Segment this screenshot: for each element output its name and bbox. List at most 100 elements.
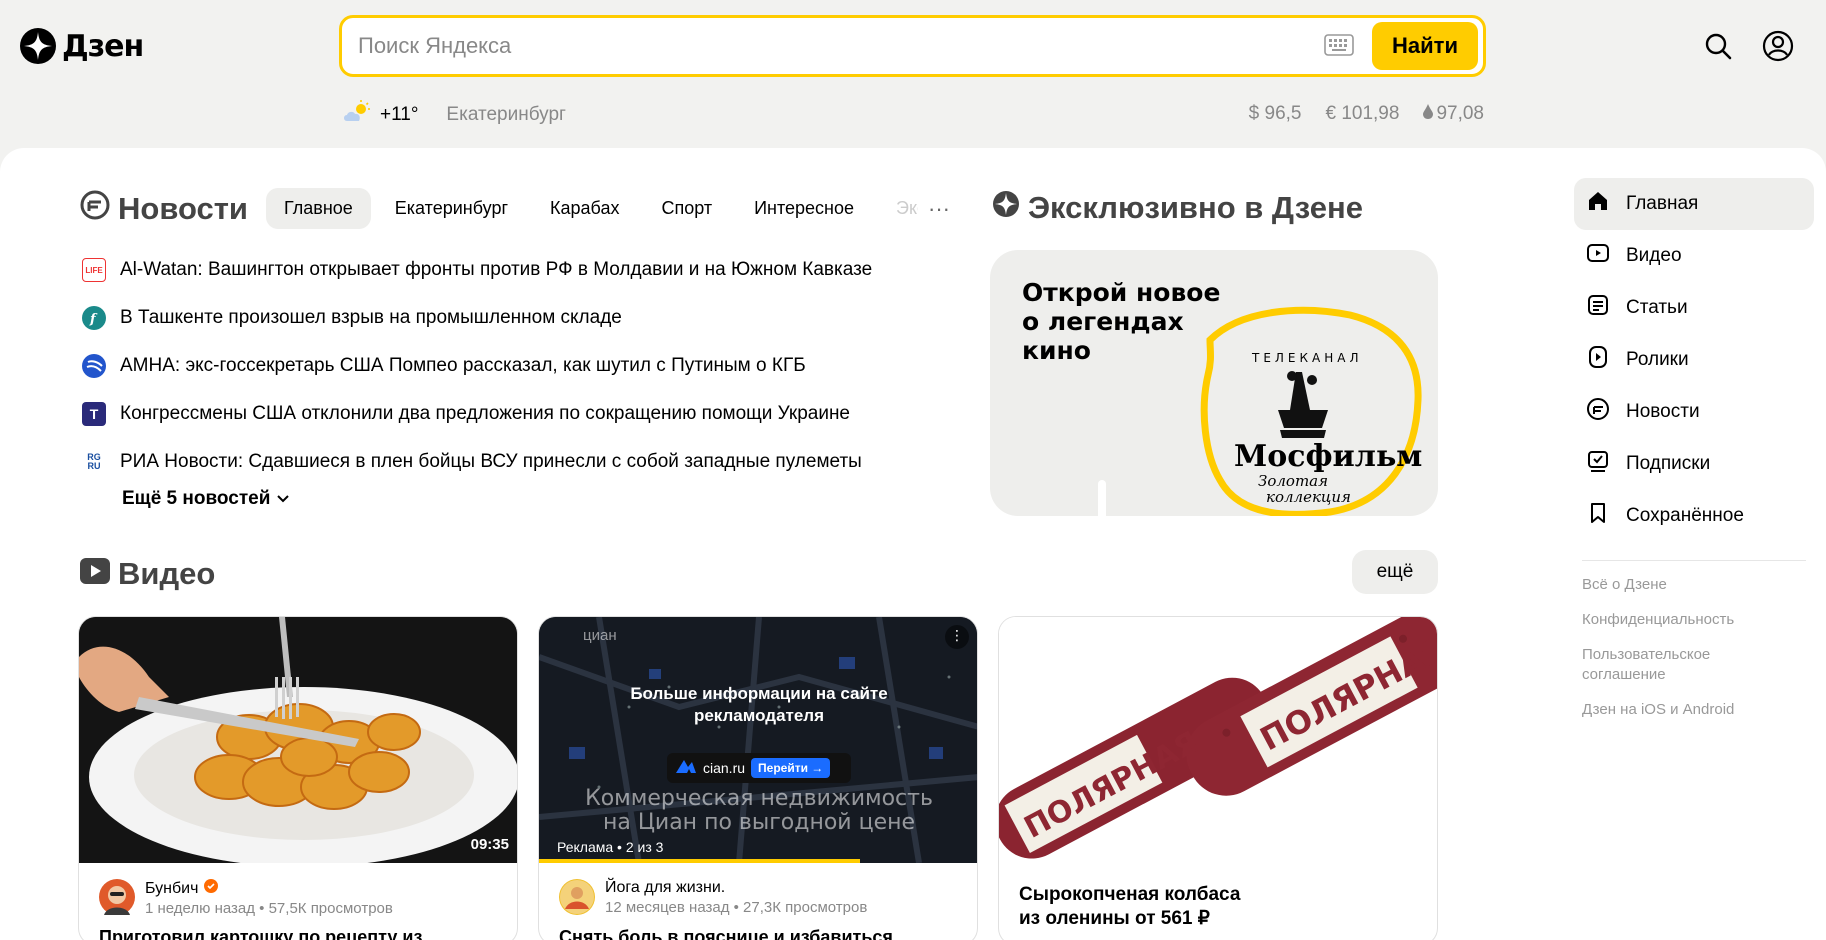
news-headline: РИА Новости: Сдавшиеся в плен бойцы ВСУ … xyxy=(120,451,862,472)
sidebar-item-video[interactable]: Видео xyxy=(1574,230,1814,282)
sidebar-link-terms[interactable]: Пользовательское соглашение xyxy=(1574,645,1754,685)
video-stats: 1 неделю назад • 57,5К просмотров xyxy=(145,900,393,917)
exclusive-title: Эксклюзивно в Дзене xyxy=(1028,190,1363,225)
news-item[interactable]: RG RU РИА Новости: Сдавшиеся в плен бойц… xyxy=(82,438,962,486)
ad-cta[interactable]: cian.ru Перейти → xyxy=(667,753,851,783)
currency-rates[interactable]: $ 96,5 € 101,98 97,08 xyxy=(1249,103,1484,125)
tab-exclusive[interactable]: Экс xyxy=(878,188,918,229)
search-button[interactable]: Найти xyxy=(1372,22,1478,70)
card-meta: Йога для жизни. 12 месяцев назад • 27,3К… xyxy=(559,879,867,916)
video-card[interactable]: 09:35 Бунбич 1 неделю назад • 57,5К прос… xyxy=(78,616,518,940)
sidebar-item-home[interactable]: Главная xyxy=(1574,178,1814,230)
news-item[interactable]: LIFE Al-Watan: Вашингтон открывает фронт… xyxy=(82,246,962,294)
sidebar-link-about[interactable]: Всё о Дзене xyxy=(1574,575,1814,595)
more-tabs-icon[interactable]: ··· xyxy=(924,196,954,222)
search-input[interactable] xyxy=(358,32,1298,60)
exclusive-card[interactable]: Открой новое о легендах кино ТЕЛЕКАНАЛ М… xyxy=(990,250,1438,516)
video-card-title[interactable]: Снять боль в пояснице и избавиться xyxy=(559,927,893,940)
channel-name-row[interactable]: Йога для жизни. xyxy=(605,879,867,897)
ad-thumbnail[interactable]: циан ⋮ Больше информации на сайте реклам… xyxy=(539,617,977,863)
ad-options-icon[interactable]: ⋮ xyxy=(945,625,969,649)
sidebar-item-subscriptions[interactable]: Подписки xyxy=(1574,438,1814,490)
product-title-line: из оленины от 561 ₽ xyxy=(1019,908,1210,929)
news-list: LIFE Al-Watan: Вашингтон открывает фронт… xyxy=(82,246,962,486)
sidebar-link-privacy[interactable]: Конфиденциальность xyxy=(1574,610,1814,630)
chevron-down-icon xyxy=(276,488,290,510)
sidebar-item-label: Ролики xyxy=(1626,349,1689,370)
keyboard-icon[interactable] xyxy=(1324,34,1354,56)
more-news-label: Ещё 5 новостей xyxy=(122,488,271,509)
dzen-logo-icon xyxy=(20,28,56,64)
t-source-icon: T xyxy=(82,402,106,426)
oil-drop-icon xyxy=(1423,103,1434,125)
mosfilm-sub-2: коллекция xyxy=(1266,488,1351,506)
sidebar-item-label: Статьи xyxy=(1626,297,1688,318)
news-section-title[interactable]: Новости xyxy=(80,190,248,228)
tab-main[interactable]: Главное xyxy=(266,188,371,229)
product-image[interactable]: ПОЛЯРНАЯ ПОЛЯРНАЯ xyxy=(999,617,1437,863)
sidebar-item-label: Новости xyxy=(1626,401,1700,422)
clips-icon xyxy=(1586,345,1610,375)
news-icon xyxy=(80,190,110,228)
weather-temp: +11° xyxy=(380,103,419,125)
verified-icon xyxy=(204,879,219,898)
tab-ekaterinburg[interactable]: Екатеринбург xyxy=(377,188,526,229)
weather-cloud-sun-icon xyxy=(342,100,372,129)
ad-site: cian.ru xyxy=(703,760,746,776)
sidebar-item-clips[interactable]: Ролики xyxy=(1574,334,1814,386)
news-tabs: Главное Екатеринбург Карабах Спорт Интер… xyxy=(266,188,954,229)
dzen-logo[interactable]: Дзен xyxy=(20,28,144,64)
video-more-button[interactable]: ещё xyxy=(1352,550,1438,594)
search-box: Найти xyxy=(339,15,1486,77)
search-icon[interactable] xyxy=(1702,30,1734,62)
sidebar-item-news[interactable]: Новости xyxy=(1574,386,1814,438)
sidebar-divider xyxy=(1582,560,1806,561)
product-title-line: Сырокопченая колбаса xyxy=(1019,884,1241,905)
oil-rate-value: 97,08 xyxy=(1436,103,1484,124)
svg-text:f: f xyxy=(89,312,98,327)
tab-interesting[interactable]: Интересное xyxy=(736,188,872,229)
channel-name-row[interactable]: Бунбич xyxy=(145,879,393,898)
home-icon xyxy=(1586,189,1610,219)
profile-icon[interactable] xyxy=(1762,30,1794,62)
oil-rate: 97,08 xyxy=(1423,103,1484,125)
sidebar-item-articles[interactable]: Статьи xyxy=(1574,282,1814,334)
tab-sport[interactable]: Спорт xyxy=(643,188,730,229)
news-item[interactable]: АМНА: экс-госсекретарь США Помпео расска… xyxy=(82,342,962,390)
eur-rate: € 101,98 xyxy=(1325,103,1400,124)
main-content: Новости Главное Екатеринбург Карабах Спо… xyxy=(0,148,1826,940)
life-source-icon: LIFE xyxy=(82,258,106,282)
video-section-title[interactable]: Видео xyxy=(80,556,215,592)
video-thumbnail[interactable]: 09:35 xyxy=(79,617,517,863)
mosfilm-logo: ТЕЛЕКАНАЛ Мосфильм Золотая коллекция xyxy=(1200,306,1422,516)
news-item[interactable]: T Конгрессмены США отклонили два предлож… xyxy=(82,390,962,438)
video-icon xyxy=(80,556,110,592)
tab-karabakh[interactable]: Карабах xyxy=(532,188,637,229)
more-news-button[interactable]: Ещё 5 новостей xyxy=(122,488,290,510)
card-meta: Бунбич 1 неделю назад • 57,5К просмотров xyxy=(99,879,393,917)
top-bar: Дзен Найти +11° Екатеринбург $ 96,5 € 10… xyxy=(0,0,1826,148)
channel-name: Бунбич xyxy=(145,879,199,897)
product-card[interactable]: ПОЛЯРНАЯ ПОЛЯРНАЯ Сырокопченая колбаса и… xyxy=(998,616,1438,940)
cian-icon xyxy=(675,758,697,778)
ad-overlay-title: Больше информации на сайте рекламодателя xyxy=(539,683,977,727)
video-card-title[interactable]: Приготовил картошку по рецепту из xyxy=(99,927,422,940)
news-item[interactable]: f В Ташкенте произошел взрыв на промышле… xyxy=(82,294,962,342)
weather-widget[interactable]: +11° Екатеринбург xyxy=(342,100,566,129)
video-duration: 09:35 xyxy=(470,836,509,853)
avatar[interactable] xyxy=(559,879,595,915)
ad-go-button[interactable]: Перейти → xyxy=(751,758,831,778)
avatar[interactable] xyxy=(99,879,135,915)
logo-text: Дзен xyxy=(62,28,144,64)
news-headline: АМНА: экс-госсекретарь США Помпео расска… xyxy=(120,355,806,376)
card-divider xyxy=(1098,480,1106,516)
sidebar-item-label: Подписки xyxy=(1626,453,1711,474)
exclusive-section-title[interactable]: Эксклюзивно в Дзене xyxy=(992,190,1363,226)
product-title[interactable]: Сырокопченая колбаса из оленины от 561 ₽ xyxy=(1019,883,1240,931)
dzen-star-icon xyxy=(992,190,1020,226)
sidebar-link-apps[interactable]: Дзен на iOS и Android xyxy=(1574,700,1814,720)
sidebar-item-saved[interactable]: Сохранённое xyxy=(1574,490,1814,542)
ad-overlay-line: рекламодателя xyxy=(693,706,825,725)
ad-video-card[interactable]: циан ⋮ Больше информации на сайте реклам… xyxy=(538,616,978,940)
source-logo-icon: f xyxy=(82,306,106,330)
